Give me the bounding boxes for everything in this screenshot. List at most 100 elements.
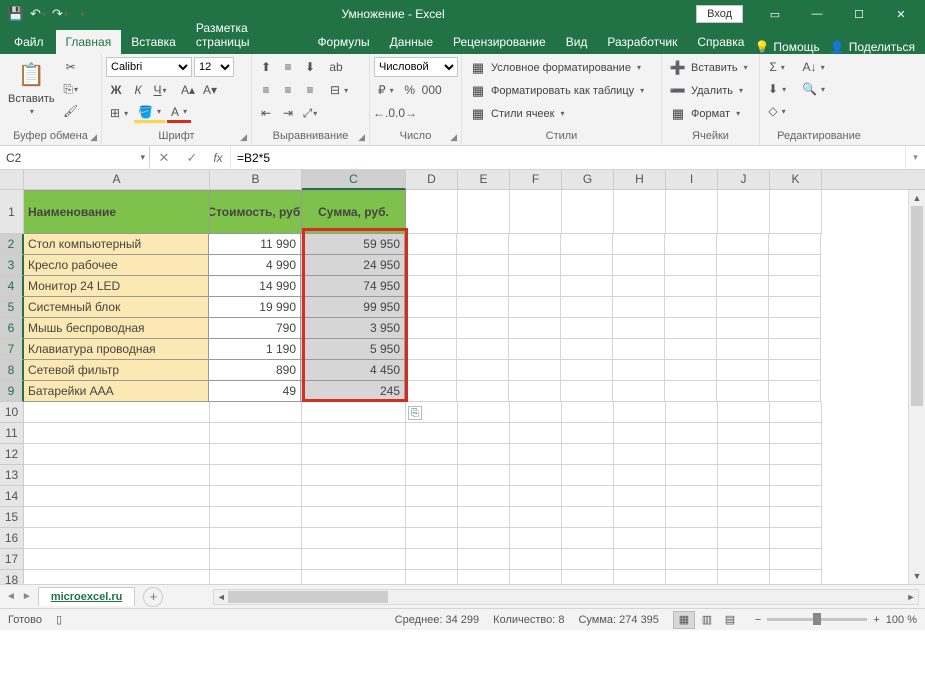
zoom-in-icon[interactable]: + [873,614,879,626]
col-header[interactable]: C [302,170,406,190]
sheet-tab[interactable]: microexcel.ru [38,587,136,606]
cell[interactable]: Мышь беспроводная [23,318,209,339]
row-header[interactable]: 3 [0,255,24,276]
row-header[interactable]: 11 [0,423,24,444]
cell[interactable] [405,297,457,318]
cell[interactable] [614,486,666,507]
scroll-down-icon[interactable]: ▼ [909,568,925,584]
increase-indent-icon[interactable]: ⇥ [278,103,298,123]
undo-icon[interactable]: ↶▾ [30,6,46,22]
cell[interactable] [614,190,666,234]
cell[interactable] [458,465,510,486]
cell[interactable] [666,507,718,528]
launcher-icon[interactable]: ◢ [240,132,247,143]
vertical-scrollbar[interactable]: ▲ ▼ [908,190,925,584]
cell[interactable]: 24 950 [301,255,405,276]
cell[interactable] [302,486,406,507]
grow-font-icon[interactable]: A▴ [178,80,198,100]
cell[interactable] [562,486,614,507]
cell[interactable] [458,190,510,234]
merge-button[interactable]: ⊟▾ [326,80,352,100]
row-header[interactable]: 4 [0,276,24,297]
cell[interactable] [458,402,510,423]
share-button[interactable]: 👤Поделиться [830,40,915,54]
comma-format-icon[interactable]: 000 [422,80,442,100]
cell[interactable] [210,570,302,584]
cell[interactable] [210,444,302,465]
cell[interactable] [718,423,770,444]
fill-button[interactable]: ⬇▾ [764,79,790,99]
cell[interactable] [405,318,457,339]
cell[interactable] [770,423,822,444]
cell[interactable] [613,318,665,339]
cell[interactable] [666,423,718,444]
tab-layout[interactable]: Разметка страницы [186,16,308,54]
row-header[interactable]: 16 [0,528,24,549]
formula-input[interactable] [231,146,905,169]
cell[interactable] [770,465,822,486]
cell[interactable] [457,381,509,402]
row-header[interactable]: 10 [0,402,24,423]
cell[interactable]: Сетевой фильтр [23,360,209,381]
cell[interactable] [718,402,770,423]
tell-me[interactable]: 💡Помощь [754,40,819,54]
accounting-format-icon[interactable]: ₽▾ [374,80,398,100]
cell[interactable] [718,570,770,584]
number-format-combo[interactable]: Числовой [374,57,458,77]
cell[interactable] [614,570,666,584]
autofill-options-icon[interactable]: ⎘ [408,406,422,420]
cell[interactable] [405,360,457,381]
cell[interactable] [458,507,510,528]
cell[interactable] [24,549,210,570]
col-header[interactable]: E [458,170,510,189]
italic-button[interactable]: К [128,80,148,100]
cell[interactable]: Батарейки ААА [23,381,209,402]
cell[interactable] [509,234,561,255]
new-sheet-button[interactable]: + [143,587,163,607]
cell[interactable]: Системный блок [23,297,209,318]
cell[interactable] [406,507,458,528]
cell[interactable] [509,318,561,339]
cell[interactable] [666,444,718,465]
align-left-icon[interactable]: ≡ [256,80,276,100]
delete-cells-button[interactable]: ➖Удалить▾ [666,80,747,101]
tab-data[interactable]: Данные [380,30,443,54]
cell[interactable] [210,486,302,507]
align-bottom-icon[interactable]: ⬇ [300,57,320,77]
cell[interactable] [614,444,666,465]
col-header[interactable]: F [510,170,562,189]
cell[interactable] [770,549,822,570]
col-header[interactable]: D [406,170,458,189]
cell[interactable] [302,528,406,549]
cell[interactable]: 14 990 [209,276,301,297]
cell[interactable] [614,465,666,486]
cell[interactable] [510,423,562,444]
row-header[interactable]: 17 [0,549,24,570]
cell[interactable] [665,381,717,402]
cell[interactable] [302,507,406,528]
zoom-out-icon[interactable]: − [755,614,761,626]
login-button[interactable]: Вход [696,5,743,23]
row-header[interactable]: 8 [0,360,24,381]
cell[interactable] [665,339,717,360]
cell[interactable] [717,297,769,318]
cell[interactable] [562,444,614,465]
tab-formulas[interactable]: Формулы [307,30,379,54]
cell[interactable]: Стоимость, руб. [210,190,302,234]
cell[interactable] [24,423,210,444]
page-break-view-icon[interactable]: ▤ [719,611,741,629]
cell[interactable] [406,465,458,486]
cell[interactable] [666,528,718,549]
cell[interactable] [561,381,613,402]
cell[interactable]: 790 [209,318,301,339]
scroll-left-icon[interactable]: ◄ [214,590,228,604]
qat-customize-icon[interactable]: ▾ [74,6,90,22]
page-layout-view-icon[interactable]: ▥ [696,611,718,629]
cell[interactable] [562,423,614,444]
cell[interactable] [210,402,302,423]
cell[interactable] [24,444,210,465]
cell[interactable]: 11 990 [209,234,301,255]
cell[interactable] [509,381,561,402]
zoom-level[interactable]: 100 % [886,614,917,626]
cell[interactable]: Сумма, руб. [302,190,406,234]
